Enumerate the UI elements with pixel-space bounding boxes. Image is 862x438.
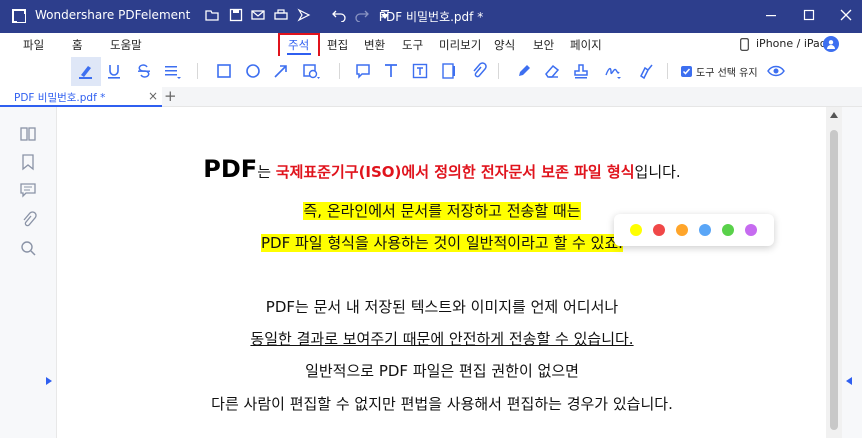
menu-page[interactable]: 페이지 bbox=[570, 37, 602, 53]
attachment-icon[interactable] bbox=[469, 62, 487, 80]
doc-line-5-underline: 동일한 결과로 보여주기 때문에 안전하게 전송할 수 있습니다. bbox=[250, 330, 634, 348]
menu-security[interactable]: 보안 bbox=[533, 37, 554, 53]
active-menu-underline bbox=[287, 53, 311, 55]
app-name: Wondershare PDFelement bbox=[35, 8, 191, 22]
title-bar: Wondershare PDFelement PDF 비밀번호.pdf * bbox=[0, 0, 862, 33]
text-box-icon[interactable] bbox=[411, 62, 429, 80]
toolbar-separator bbox=[667, 63, 668, 79]
avatar[interactable] bbox=[823, 36, 839, 52]
comments-panel-icon[interactable] bbox=[19, 181, 37, 199]
doc-line-3-highlight: PDF 파일 형식을 사용하는 것이 일반적이라고 할 수 있죠. bbox=[261, 234, 623, 252]
expand-right-panel-icon[interactable] bbox=[846, 377, 852, 385]
color-swatch-yellow[interactable] bbox=[630, 224, 642, 236]
mail-icon[interactable] bbox=[251, 8, 265, 22]
doc-line-1-emphasis: 국제표준기구(ISO)에서 정의한 전자문서 보존 파일 형식 bbox=[275, 163, 635, 181]
menu-file[interactable]: 파일 bbox=[23, 37, 44, 53]
print-icon[interactable] bbox=[274, 8, 288, 22]
toolbar-separator bbox=[339, 63, 340, 79]
checkmark-icon bbox=[682, 68, 691, 75]
doc-line-1-particle: 는 bbox=[257, 163, 276, 181]
user-icon bbox=[827, 40, 835, 49]
toolbar-separator bbox=[498, 63, 499, 79]
signature-icon[interactable] bbox=[603, 62, 621, 80]
color-swatch-green[interactable] bbox=[722, 224, 734, 236]
text-icon[interactable] bbox=[382, 62, 400, 80]
keep-tool-checkbox[interactable] bbox=[681, 66, 692, 77]
menu-home[interactable]: 홈 bbox=[72, 37, 83, 53]
document-tab-bar: PDF 비밀번호.pdf * × + bbox=[0, 87, 862, 107]
arrow-icon[interactable] bbox=[272, 62, 290, 80]
doc-line-5: 동일한 결과로 보여주기 때문에 안전하게 전송할 수 있습니다. bbox=[57, 328, 827, 349]
eraser-icon[interactable] bbox=[543, 62, 561, 80]
color-swatch-purple[interactable] bbox=[745, 224, 757, 236]
highlight-color-palette bbox=[614, 214, 774, 246]
share-icon[interactable] bbox=[297, 8, 311, 22]
highlight-icon[interactable] bbox=[77, 62, 95, 80]
thumbnails-icon[interactable] bbox=[19, 125, 37, 143]
pencil-icon[interactable] bbox=[515, 62, 533, 80]
app-logo-icon bbox=[12, 9, 26, 23]
color-swatch-orange[interactable] bbox=[676, 224, 688, 236]
iphone-ipad-link[interactable]: iPhone / iPad bbox=[756, 37, 827, 50]
menu-convert[interactable]: 변환 bbox=[364, 37, 385, 53]
doc-line-4: PDF는 문서 내 저장된 텍스트와 이미지를 언제 어디서나 bbox=[265, 298, 619, 316]
doc-line-1-end: 입니다. bbox=[634, 163, 681, 181]
bookmark-icon[interactable] bbox=[19, 153, 37, 171]
menu-form[interactable]: 양식 bbox=[494, 37, 515, 53]
rectangle-icon[interactable] bbox=[215, 62, 233, 80]
phone-icon bbox=[740, 38, 749, 51]
menu-bar: 파일 홈 도움말 주석 편집 변환 도구 미리보기 양식 보안 페이지 iPho… bbox=[0, 33, 862, 58]
menu-edit[interactable]: 편집 bbox=[327, 37, 348, 53]
color-swatch-blue[interactable] bbox=[699, 224, 711, 236]
right-panel-strip bbox=[842, 107, 862, 438]
menu-view[interactable]: 미리보기 bbox=[439, 37, 481, 53]
doc-line-2-highlight: 즉, 온라인에서 문서를 저장하고 전송할 때는 bbox=[303, 202, 581, 220]
color-swatch-red[interactable] bbox=[653, 224, 665, 236]
underline-icon[interactable] bbox=[105, 62, 123, 80]
minimize-icon[interactable] bbox=[763, 7, 779, 23]
doc-line-1: PDF는 국제표준기구(ISO)에서 정의한 전자문서 보존 파일 형식입니다. bbox=[57, 155, 827, 183]
expand-left-panel-icon[interactable] bbox=[46, 377, 52, 385]
shapes-icon[interactable] bbox=[302, 62, 320, 80]
keep-tool-label[interactable]: 도구 선택 유지 bbox=[696, 64, 758, 79]
menu-help[interactable]: 도움말 bbox=[110, 37, 142, 53]
undo-icon[interactable] bbox=[332, 8, 346, 22]
save-icon[interactable] bbox=[229, 8, 243, 22]
doc-line-7: 다른 사람이 편집할 수 없지만 편법을 사용해서 편집하는 경우가 있습니다. bbox=[211, 395, 673, 413]
search-icon[interactable] bbox=[19, 239, 37, 257]
doc-line-6: 일반적으로 PDF 파일은 편집 권한이 없으면 bbox=[305, 362, 579, 380]
left-panel bbox=[0, 107, 57, 438]
new-tab-button[interactable]: + bbox=[164, 87, 177, 105]
comment-icon[interactable] bbox=[354, 62, 372, 80]
attachments-panel-icon[interactable] bbox=[19, 211, 37, 229]
strikethrough-icon[interactable] bbox=[135, 62, 153, 80]
redo-icon[interactable] bbox=[355, 8, 369, 22]
menu-tools[interactable]: 도구 bbox=[402, 37, 423, 53]
stamp-icon[interactable] bbox=[572, 62, 590, 80]
toolbar-separator bbox=[197, 63, 198, 79]
tab-close-button[interactable]: × bbox=[148, 89, 158, 103]
open-folder-icon[interactable] bbox=[205, 8, 219, 22]
eye-icon[interactable] bbox=[767, 62, 785, 80]
quick-access-dropdown-icon[interactable] bbox=[378, 8, 392, 22]
scrollbar-thumb[interactable] bbox=[830, 130, 838, 430]
close-icon[interactable] bbox=[838, 7, 854, 23]
note-icon[interactable] bbox=[440, 62, 458, 80]
document-tab-label: PDF 비밀번호.pdf * bbox=[14, 92, 106, 104]
hand-sign-icon[interactable] bbox=[637, 62, 655, 80]
circle-icon[interactable] bbox=[244, 62, 262, 80]
maximize-icon[interactable] bbox=[801, 7, 817, 23]
doc-line-1-pdf: PDF bbox=[203, 155, 258, 183]
document-tab[interactable]: PDF 비밀번호.pdf * × bbox=[0, 87, 162, 107]
text-list-icon[interactable] bbox=[163, 62, 181, 80]
scroll-up-arrow-icon[interactable] bbox=[830, 112, 838, 118]
